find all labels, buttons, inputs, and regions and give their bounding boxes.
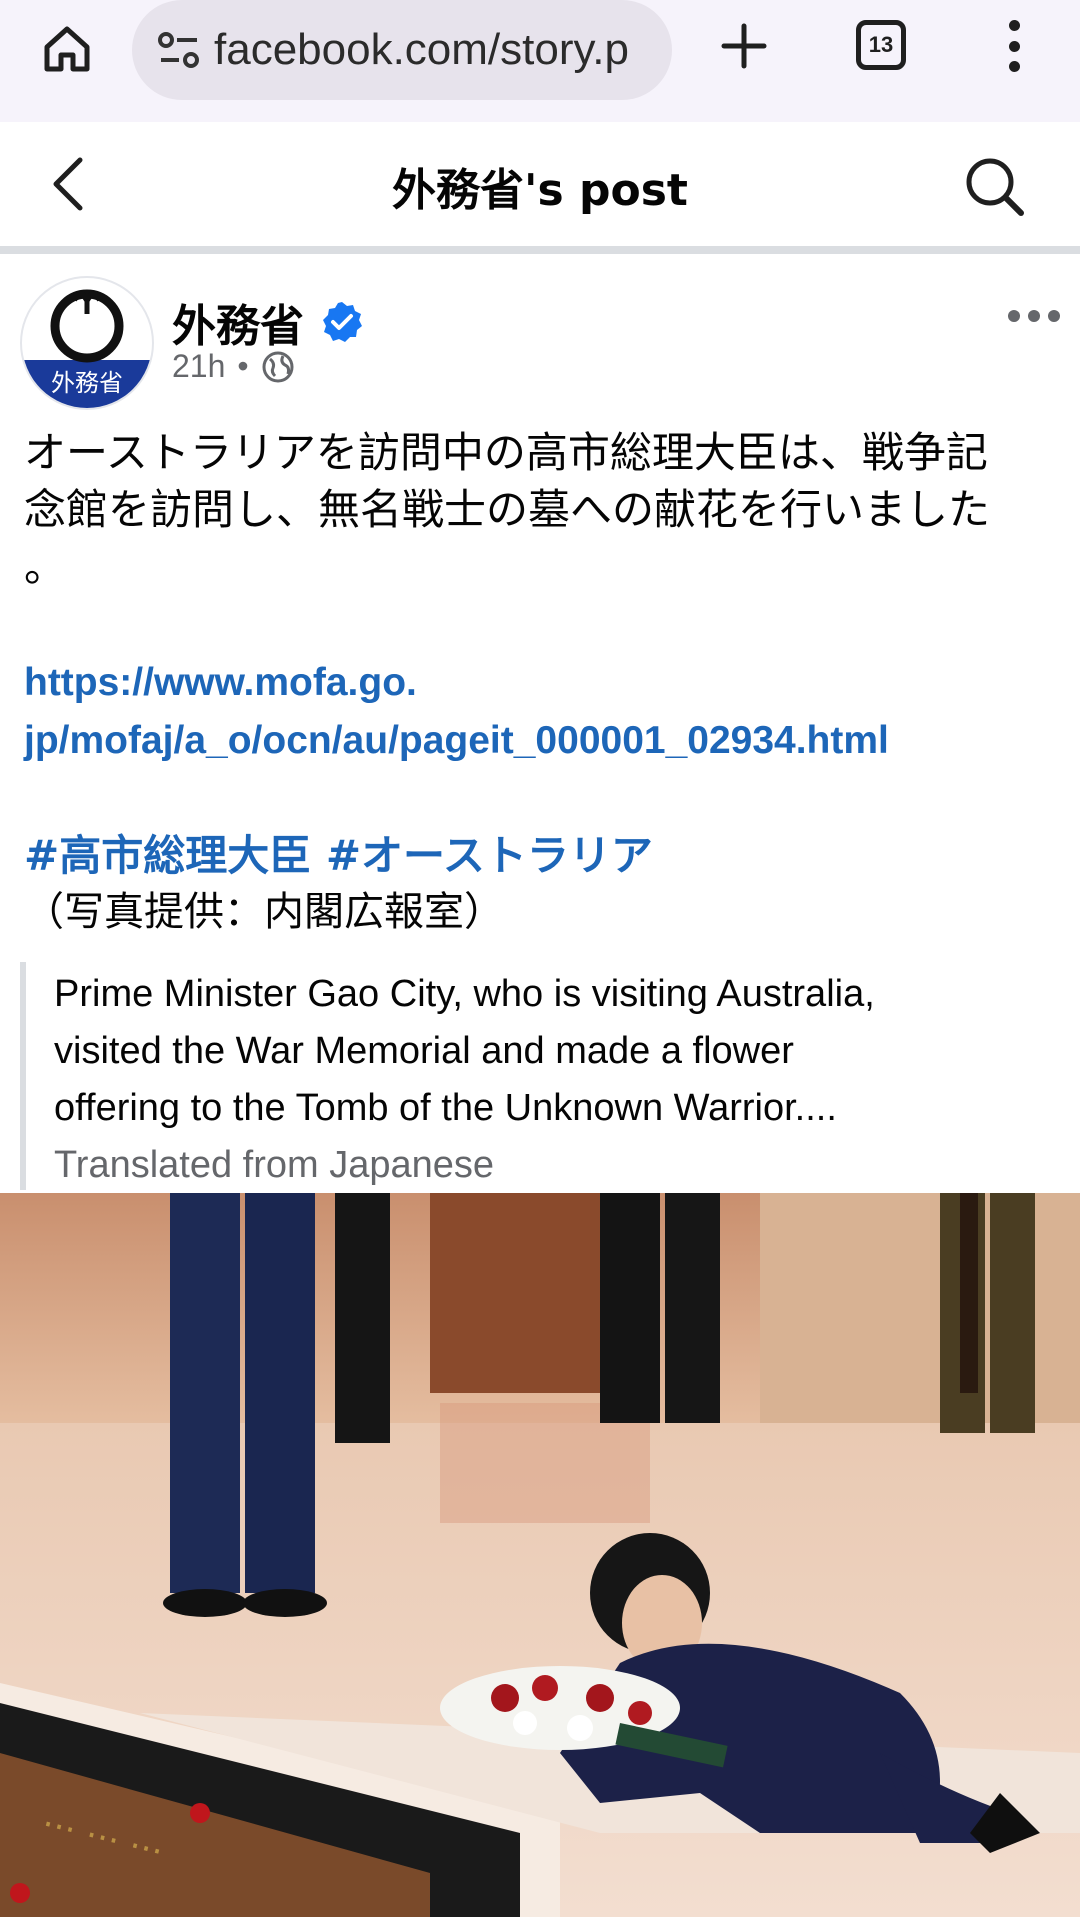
photo-credit: （写真提供：内閣広報室） (24, 889, 504, 935)
translation-line: Prime Minister Gao City, who is visiting… (54, 973, 875, 1015)
post-time[interactable]: 21h (172, 348, 225, 385)
post-photo[interactable]: ⋯ ⋯ ⋯ (0, 1193, 1080, 1917)
mofa-logo: 外務省 (22, 279, 152, 408)
body-line: オーストラリアを訪問中の高市総理大臣は、戦争記 (24, 428, 988, 477)
search-icon[interactable] (962, 154, 1026, 218)
browser-toolbar: facebook.com/story.p 13 (0, 0, 1080, 122)
post-body: オーストラリアを訪問中の高市総理大臣は、戦争記 念館を訪問し、無名戦士の墓への献… (24, 424, 1044, 595)
kebab-menu-icon[interactable] (996, 16, 1032, 76)
link-line[interactable]: https://www.mofa.go. (24, 654, 1054, 712)
avatar-text: 外務省 (51, 369, 123, 397)
meta-separator: • (237, 348, 249, 384)
tune-icon[interactable] (154, 25, 204, 75)
post-meta: 21h • (172, 348, 295, 385)
verified-badge-icon (323, 302, 362, 342)
post-link[interactable]: https://www.mofa.go. jp/mofaj/a_o/ocn/au… (24, 654, 1054, 770)
translation-line: visited the War Memorial and made a flow… (54, 1030, 794, 1072)
translation-block[interactable]: Prime Minister Gao City, who is visiting… (20, 962, 1060, 1190)
url-bar[interactable]: facebook.com/story.p (132, 0, 672, 100)
page-title: 外務省's post (392, 165, 688, 216)
link-line[interactable]: jp/mofaj/a_o/ocn/au/pageit_000001_02934.… (24, 712, 1054, 770)
post-header-bar: 外務省's post (0, 122, 1080, 254)
hashtags[interactable]: #高市総理大臣 #オーストラリア (24, 828, 653, 884)
body-line: 。 (24, 542, 67, 591)
author-name-row[interactable]: 外務省 (172, 290, 364, 354)
translated-from-note[interactable]: Translated from Japanese (54, 1137, 1060, 1194)
tab-count-icon[interactable]: 13 (856, 20, 906, 70)
author-name[interactable]: 外務省 (172, 290, 304, 354)
home-icon[interactable] (32, 14, 102, 84)
tab-count: 13 (868, 32, 894, 57)
plus-icon[interactable] (712, 14, 776, 78)
more-horizontal-icon[interactable] (1008, 306, 1060, 326)
url-text[interactable]: facebook.com/story.p (214, 25, 654, 75)
translation-line: offering to the Tomb of the Unknown Warr… (54, 1087, 837, 1129)
avatar[interactable]: 外務省 (20, 276, 154, 410)
globe-icon (262, 351, 294, 382)
body-line: 念館を訪問し、無名戦士の墓への献花を行いました (24, 485, 991, 534)
